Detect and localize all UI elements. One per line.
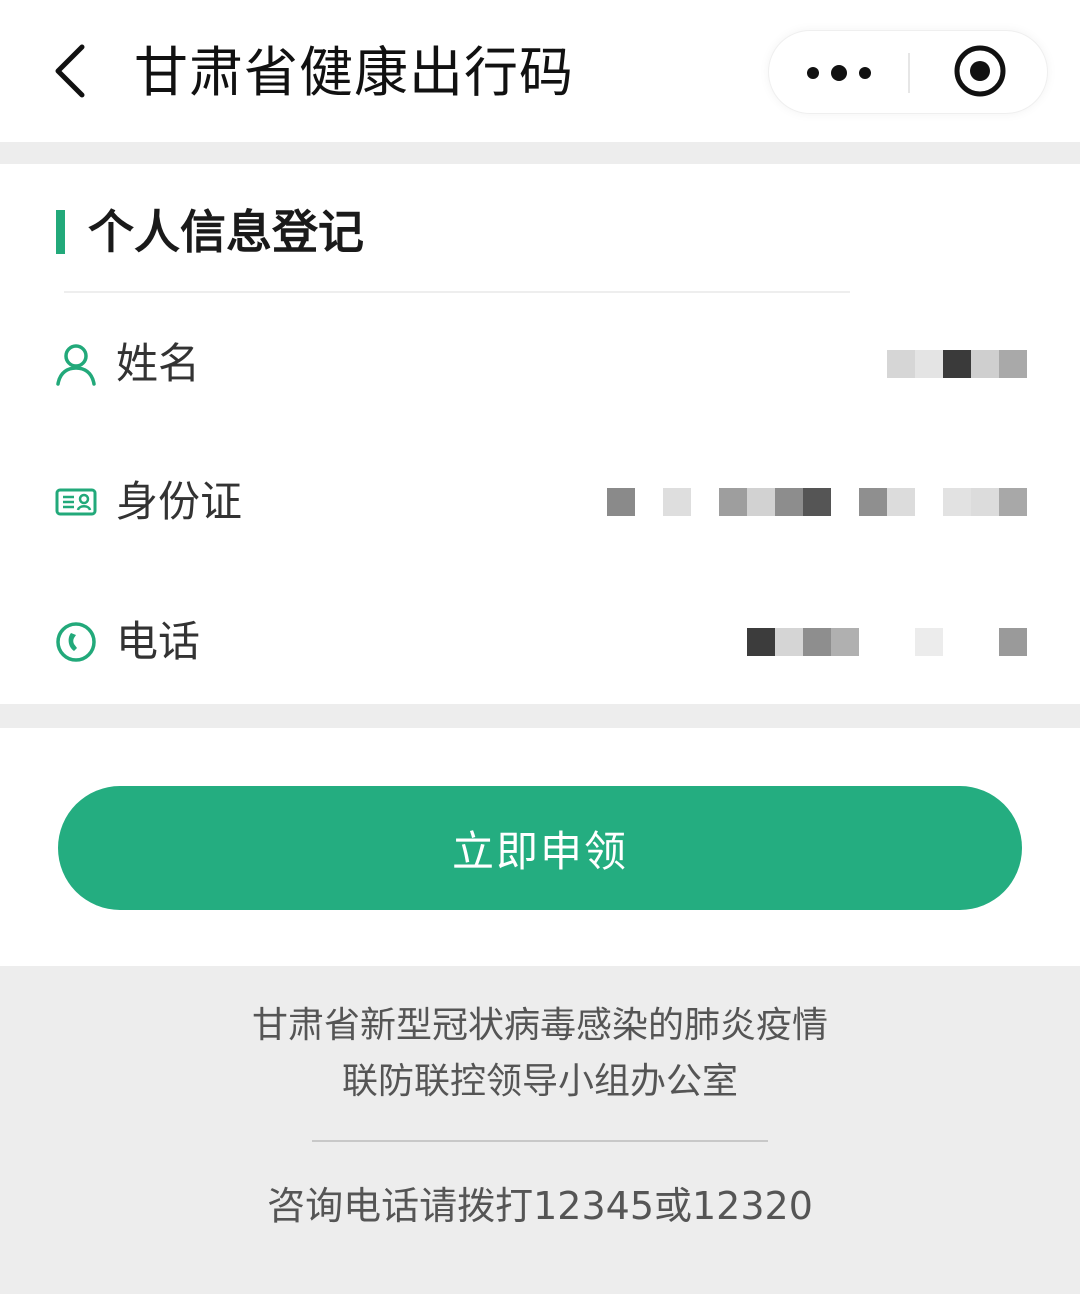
field-row-id-card[interactable]: 身份证 (0, 452, 1080, 552)
masked-value-name (887, 350, 1027, 378)
phone-icon (54, 620, 98, 664)
nav-bar: 甘肃省健康出行码 (0, 0, 1080, 142)
user-icon (54, 342, 98, 386)
more-button[interactable] (769, 31, 909, 115)
footer-organization: 甘肃省新型冠状病毒感染的肺炎疫情 联防联控领导小组办公室 (0, 998, 1080, 1110)
mini-program-capsule (768, 30, 1048, 114)
field-label-phone: 电话 (116, 617, 201, 666)
section-divider (64, 291, 850, 293)
masked-value-phone (747, 628, 1027, 656)
field-row-phone[interactable]: 电话 (0, 592, 1080, 692)
apply-button[interactable]: 立即申领 (58, 786, 1022, 910)
field-row-name[interactable]: 姓名 (0, 314, 1080, 414)
chevron-left-icon (50, 41, 90, 105)
masked-value-id-card (607, 488, 1027, 516)
personal-info-card: 个人信息登记 姓名 身份证 电话 (0, 164, 1080, 704)
section-title: 个人信息登记 (88, 205, 364, 259)
target-circle-icon (952, 43, 1008, 103)
footer-org-line-1: 甘肃省新型冠状病毒感染的肺炎疫情 (251, 1005, 828, 1046)
footer-divider (312, 1140, 768, 1142)
apply-section: 立即申领 (0, 728, 1080, 966)
section-accent-bar (56, 210, 65, 254)
footer-org-line-2: 联防联控领导小组办公室 (341, 1061, 738, 1102)
id-card-icon (54, 480, 98, 524)
close-button[interactable] (910, 31, 1049, 115)
page-title: 甘肃省健康出行码 (134, 41, 574, 104)
footer-hotline: 咨询电话请拨打12345或12320 (267, 1184, 813, 1228)
field-label-name: 姓名 (116, 339, 201, 388)
more-dots-icon (801, 65, 877, 81)
back-button[interactable] (40, 38, 100, 108)
field-label-id-card: 身份证 (116, 477, 243, 526)
